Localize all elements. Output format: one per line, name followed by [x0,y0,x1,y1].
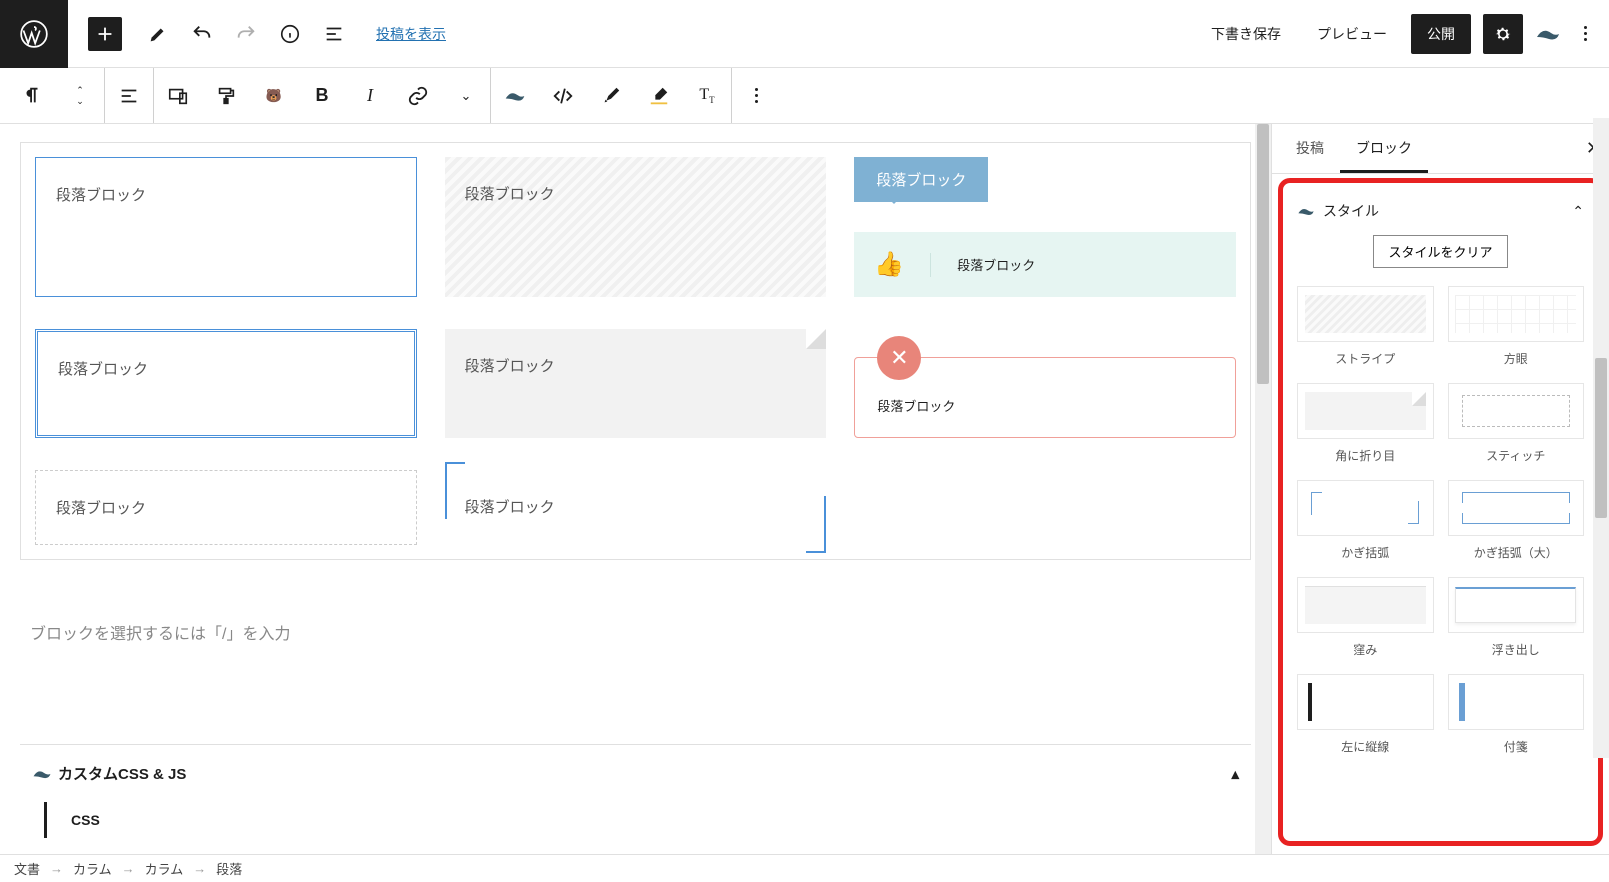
content-scrollbar[interactable] [1255,124,1271,854]
like-box: 👍 段落ブロック [854,232,1236,297]
style-stitch[interactable]: スティッチ [1448,383,1585,464]
align-button[interactable] [105,68,153,123]
style-dent[interactable]: 窪み [1297,577,1434,658]
paint-roller-icon[interactable] [202,68,250,123]
paragraph-block[interactable]: 段落ブロック [445,329,827,438]
paragraph-block[interactable]: ✕ 段落ブロック [854,357,1236,438]
style-stripe[interactable]: ストライプ [1297,286,1434,367]
format-brush-icon[interactable] [587,68,635,123]
edit-icon[interactable] [138,14,178,54]
style-grid[interactable]: 方眼 [1448,286,1585,367]
block-breadcrumb: 文書→ カラム→ カラム→ 段落 [0,854,1609,882]
tab-block[interactable]: ブロック [1340,124,1428,173]
more-menu-button[interactable] [1573,26,1597,41]
paragraph-block[interactable]: 段落ブロック 👍 段落ブロック [854,157,1236,297]
collapse-icon: ▴ [1231,765,1239,783]
preview-button[interactable]: プレビュー [1305,16,1399,52]
bold-button[interactable]: B [298,68,346,123]
chevron-up-icon: ⌃ [1572,203,1584,220]
breadcrumb-item[interactable]: カラム [73,859,112,878]
paragraph-block[interactable]: 段落ブロック [445,157,827,297]
undo-button[interactable] [182,14,222,54]
clear-style-button[interactable]: スタイルをクリア [1373,235,1507,268]
emoji-icon[interactable]: 🐻 [250,68,298,123]
style-float[interactable]: 浮き出し [1448,577,1585,658]
theme-swoosh-icon[interactable] [491,68,539,123]
save-draft-button[interactable]: 下書き保存 [1199,16,1293,52]
paragraph-text: 段落ブロック [877,399,955,414]
custom-css-panel: カスタムCSS & JS ▴ CSS [20,744,1251,838]
balloon-label: 段落ブロック [854,157,988,202]
add-block-button[interactable] [88,17,122,51]
tab-post[interactable]: 投稿 [1280,124,1340,173]
theme-icon[interactable] [1535,25,1561,43]
editor-header: 投稿を表示 下書き保存 プレビュー 公開 [0,0,1609,68]
breadcrumb-item[interactable]: カラム [145,859,184,878]
style-header-label: スタイル [1323,201,1379,221]
paragraph-block[interactable]: 段落ブロック [35,470,417,545]
style-options-grid: ストライプ 方眼 角に折り目 スティッチ かぎ括弧 かぎ括弧（大） 窪み 浮き出… [1297,286,1584,755]
paragraph-icon[interactable] [8,68,56,123]
devices-icon[interactable] [154,68,202,123]
columns-block: 段落ブロック 段落ブロック 段落ブロック 👍 段落ブロック 段落ブロック 段落ブ… [20,142,1251,560]
settings-sidebar: 投稿 ブロック ✕ スタイル ⌃ スタイルをクリア ストライプ 方眼 角に折り目… [1271,124,1609,854]
style-panel-highlighted: スタイル ⌃ スタイルをクリア ストライプ 方眼 角に折り目 スティッチ かぎ括… [1278,178,1603,846]
highlight-icon[interactable] [635,68,683,123]
settings-button[interactable] [1483,14,1523,54]
style-bracket-lg[interactable]: かぎ括弧（大） [1448,480,1585,561]
outline-button[interactable] [314,14,354,54]
code-icon[interactable] [539,68,587,123]
italic-button[interactable]: I [346,68,394,123]
css-tab[interactable]: CSS [44,802,1251,838]
text-size-icon[interactable]: TT [683,68,731,123]
sidebar-tabs: 投稿 ブロック ✕ [1272,124,1609,174]
paragraph-block[interactable]: 段落ブロック [35,329,417,438]
paragraph-block[interactable]: 段落ブロック [35,157,417,297]
dropdown-arrow[interactable]: ⌄ [442,68,490,123]
editor-canvas[interactable]: 段落ブロック 段落ブロック 段落ブロック 👍 段落ブロック 段落ブロック 段落ブ… [0,124,1271,854]
block-toolbar: ⌃⌄ 🐻 B I ⌄ TT [0,68,1609,124]
view-post-link[interactable]: 投稿を表示 [376,24,446,44]
more-options-button[interactable] [732,68,780,123]
breadcrumb-item[interactable]: 段落 [216,859,242,878]
css-panel-header[interactable]: カスタムCSS & JS ▴ [20,745,1251,802]
sidebar-scrollbar[interactable] [1593,124,1609,758]
thumbs-up-icon: 👍 [874,250,904,279]
block-appender[interactable]: ブロックを選択するには「/」を入力 [30,620,1251,644]
style-sticky[interactable]: 付箋 [1448,674,1585,755]
info-button[interactable] [270,14,310,54]
css-panel-title: カスタムCSS & JS [58,763,186,784]
block-mover[interactable]: ⌃⌄ [56,68,104,123]
link-button[interactable] [394,68,442,123]
publish-button[interactable]: 公開 [1411,14,1471,54]
cross-icon: ✕ [877,336,921,380]
style-fold[interactable]: 角に折り目 [1297,383,1434,464]
redo-button[interactable] [226,14,266,54]
wordpress-logo[interactable] [0,0,68,68]
paragraph-block[interactable]: 段落ブロック [445,470,827,545]
style-section-header[interactable]: スタイル ⌃ [1297,193,1584,235]
breadcrumb-item[interactable]: 文書 [14,859,40,878]
style-leftline[interactable]: 左に縦線 [1297,674,1434,755]
paragraph-text: 段落ブロック [957,255,1035,274]
style-bracket[interactable]: かぎ括弧 [1297,480,1434,561]
